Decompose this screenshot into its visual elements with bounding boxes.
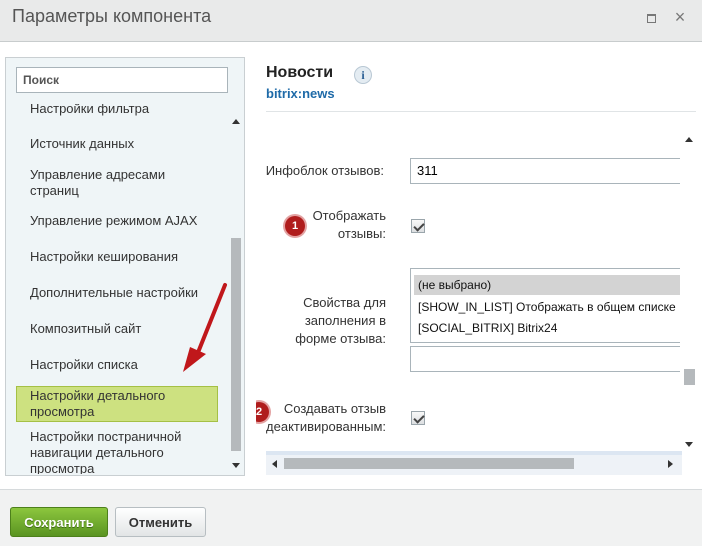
properties-hscroll-thumb[interactable] — [284, 458, 574, 469]
sidebar-item-composite[interactable]: Композитный сайт — [16, 321, 218, 337]
properties-listbox[interactable]: (не выбрано) [SHOW_IN_LIST] Отображать в… — [410, 268, 680, 343]
sidebar-item-caching[interactable]: Настройки кеширования — [16, 249, 218, 265]
sidebar-item-data-source[interactable]: Источник данных — [16, 136, 218, 152]
close-icon[interactable]: × — [671, 8, 689, 26]
sidebar-item-detail-view[interactable]: Настройки детального просмотра — [16, 386, 218, 422]
scroll-left-icon[interactable] — [272, 460, 277, 468]
sidebar-item-additional[interactable]: Дополнительные настройки — [16, 285, 218, 301]
properties-hscrollbar[interactable] — [266, 451, 682, 475]
scroll-down-icon[interactable] — [685, 442, 693, 447]
window-title: Параметры компонента — [12, 6, 212, 26]
sidebar-item-filter-settings[interactable]: Настройки фильтра — [16, 104, 218, 117]
properties-panel: Инфоблок отзывов: 311 1 Отображать отзыв… — [256, 128, 680, 453]
show-reviews-checkbox[interactable] — [411, 219, 425, 233]
iblock-input[interactable]: 311 — [410, 158, 680, 184]
sidebar-item-detail-pagination[interactable]: Настройки постраничной навигации детальн… — [16, 429, 218, 474]
scroll-up-icon[interactable] — [232, 119, 240, 124]
scroll-right-icon[interactable] — [668, 460, 673, 468]
scroll-down-icon[interactable] — [232, 463, 240, 468]
show-reviews-label: Отображать отзывы: — [312, 208, 386, 241]
component-title: Новости — [266, 64, 334, 81]
search-input[interactable] — [16, 67, 228, 93]
sidebar-item-list-settings[interactable]: Настройки списка — [16, 357, 218, 373]
iblock-label: Инфоблок отзывов: — [265, 163, 384, 178]
properties-label: Свойства для заполнения в форме отзыва: — [295, 295, 386, 346]
properties-scrollbar[interactable] — [683, 128, 696, 453]
sidebar: Настройки фильтра Источник данных Управл… — [5, 57, 245, 476]
create-deactivated-label: Создавать отзыв деактивированным: — [266, 401, 386, 434]
sidebar-nav: Настройки фильтра Источник данных Управл… — [6, 104, 228, 474]
list-item[interactable]: [SHOW_IN_LIST] Отображать в общем списке — [414, 297, 680, 317]
sidebar-item-page-addresses[interactable]: Управление адресами страниц — [16, 167, 218, 199]
cancel-button[interactable]: Отменить — [115, 507, 206, 537]
component-code: bitrix:news — [266, 86, 335, 101]
properties-extra-input[interactable] — [410, 346, 680, 372]
list-item[interactable]: [SOCIAL_BITRIX] Bitrix24 — [414, 318, 680, 338]
window-titlebar: Параметры компонента × — [0, 0, 702, 42]
scroll-up-icon[interactable] — [685, 137, 693, 142]
sidebar-item-ajax-mode[interactable]: Управление режимом AJAX — [16, 213, 218, 229]
properties-scroll-thumb[interactable] — [684, 369, 695, 385]
list-item[interactable]: (не выбрано) — [414, 275, 680, 295]
maximize-icon[interactable] — [644, 11, 658, 25]
sidebar-scroll-thumb[interactable] — [231, 238, 241, 451]
create-deactivated-checkbox[interactable] — [411, 411, 425, 425]
dialog-footer: Сохранить Отменить — [0, 489, 702, 546]
header-divider — [266, 111, 696, 112]
sidebar-scrollbar[interactable] — [229, 104, 243, 474]
save-button[interactable]: Сохранить — [10, 507, 108, 537]
info-icon[interactable]: i — [354, 66, 372, 84]
